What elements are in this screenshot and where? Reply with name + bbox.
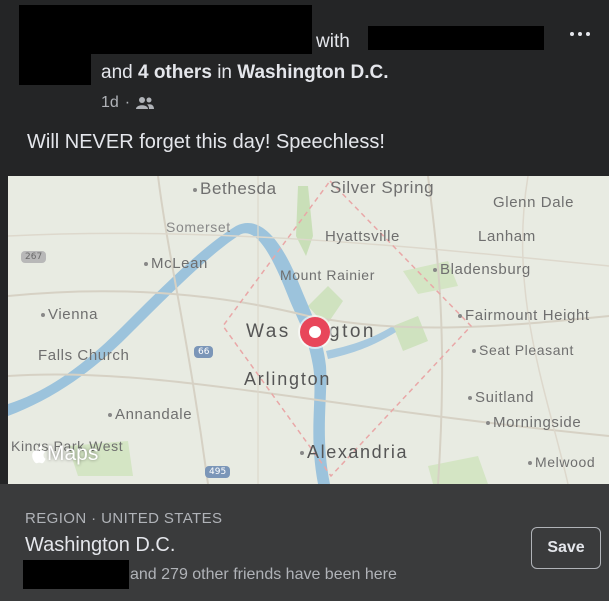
more-icon	[570, 32, 574, 36]
redacted-avatar	[19, 50, 91, 85]
more-options-button[interactable]	[565, 24, 595, 44]
friends-icon	[136, 97, 155, 109]
map-label-washington-left: Was	[246, 321, 291, 342]
location-footer: REGION · UNITED STATES Washington D.C. a…	[0, 484, 609, 601]
place-name[interactable]: Washington D.C.	[25, 534, 175, 557]
header-and-text: and	[101, 62, 133, 83]
header-line-2: and 4 others in Washington D.C.	[101, 62, 389, 84]
map-label-hyattsville: Hyattsville	[325, 228, 400, 245]
route-shield-267: 267	[21, 251, 47, 263]
map-label-silver-spring: Silver Spring	[330, 178, 435, 197]
map-label-washington-right: gton	[329, 321, 376, 342]
redacted-friend-name	[23, 560, 129, 589]
redacted-name	[19, 5, 312, 54]
header-with-text: with	[316, 31, 350, 52]
map-label-falls-church: Falls Church	[38, 347, 130, 364]
route-shield-66: 66	[194, 346, 214, 358]
location-pin-icon[interactable]	[300, 317, 330, 347]
map-label-suitland: Suitland	[468, 389, 534, 406]
map-label-vienna: Vienna	[41, 306, 98, 323]
header-others-link[interactable]: 4 others	[138, 62, 212, 83]
apple-maps-logo: Maps	[30, 442, 98, 466]
friends-visited-text[interactable]: and 279 other friends have been here	[130, 566, 397, 584]
map-label-morningside: Morningside	[486, 414, 581, 431]
maps-provider-label: Maps	[47, 442, 99, 465]
route-shield-495: 495	[205, 466, 231, 478]
map-label-bethesda: Bethesda	[193, 179, 277, 199]
region-label: REGION · UNITED STATES	[25, 510, 223, 527]
post-meta: 1d ·	[101, 94, 155, 112]
map-label-fairmount-heights: Fairmount Height	[458, 307, 590, 324]
timestamp[interactable]: 1d	[101, 94, 119, 112]
meta-separator: ·	[124, 94, 131, 111]
map-label-annandale: Annandale	[108, 406, 192, 423]
map-label-seat-pleasant: Seat Pleasant	[472, 342, 574, 358]
map-label-glenn-dale: Glenn Dale	[493, 194, 575, 211]
map-label-somerset: Somerset	[166, 219, 231, 235]
map-label-melwood: Melwood	[528, 454, 595, 470]
map-label-lanham: Lanham	[478, 228, 536, 245]
redacted-tagged-person	[368, 26, 544, 50]
map-label-alexandria: Alexandria	[300, 442, 408, 463]
header-in-text: in	[217, 62, 232, 83]
map-preview[interactable]: Bethesda Silver Spring Glenn Dale Somers…	[8, 176, 609, 484]
checkin-post: with and 4 others in Washington D.C. 1d …	[0, 0, 609, 601]
header-location-link[interactable]: Washington D.C.	[237, 62, 388, 83]
save-button[interactable]: Save	[531, 527, 601, 569]
apple-icon	[32, 445, 46, 463]
map-label-mclean: McLean	[144, 255, 208, 272]
post-text: Will NEVER forget this day! Speechless!	[27, 131, 385, 153]
map-label-mount-rainier: Mount Rainier	[280, 267, 375, 283]
map-label-bladensburg: Bladensburg	[433, 261, 531, 278]
map-label-arlington: Arlington	[244, 369, 332, 389]
